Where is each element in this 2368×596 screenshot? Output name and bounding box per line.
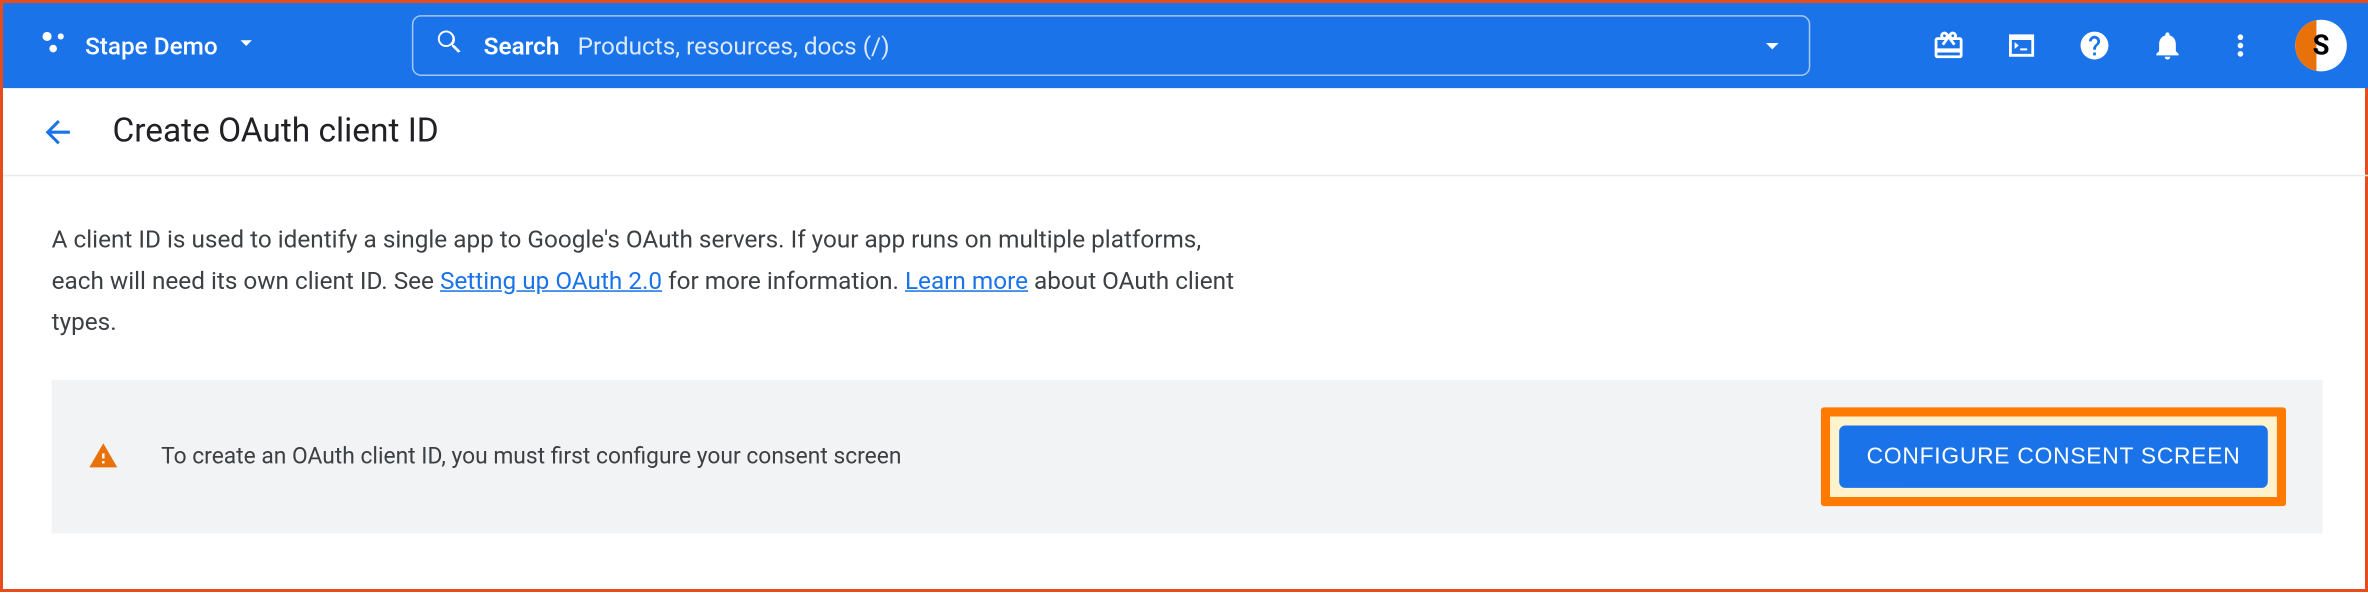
- search-placeholder: Products, resources, docs (/): [578, 31, 1739, 60]
- notice-text: To create an OAuth client ID, you must f…: [161, 442, 1778, 469]
- highlight-annotation: CONFIGURE CONSENT SCREEN: [1821, 407, 2286, 506]
- description-text: A client ID is used to identify a single…: [52, 219, 1238, 343]
- search-bar[interactable]: Search Products, resources, docs (/): [412, 15, 1810, 76]
- help-icon[interactable]: [2076, 27, 2112, 63]
- learn-more-link[interactable]: Learn more: [905, 266, 1028, 295]
- more-icon[interactable]: [2222, 27, 2258, 63]
- top-header: Stape Demo Search Products, resources, d…: [3, 3, 2368, 88]
- consent-notice: To create an OAuth client ID, you must f…: [52, 379, 2323, 533]
- back-arrow-icon[interactable]: [39, 113, 75, 149]
- search-icon: [435, 27, 465, 63]
- page-title: Create OAuth client ID: [112, 112, 438, 150]
- gift-icon[interactable]: [1930, 27, 1966, 63]
- project-name: Stape Demo: [85, 31, 218, 60]
- search-label: Search: [484, 31, 560, 60]
- subheader: Create OAuth client ID: [3, 88, 2368, 176]
- chevron-down-icon[interactable]: [1757, 30, 1787, 60]
- avatar[interactable]: S: [2295, 20, 2347, 72]
- header-icons: S: [1930, 20, 2346, 72]
- configure-consent-button[interactable]: CONFIGURE CONSENT SCREEN: [1839, 425, 2268, 487]
- notifications-icon[interactable]: [2149, 27, 2185, 63]
- avatar-initial: S: [2313, 30, 2330, 62]
- logo-icon: [39, 27, 69, 63]
- setup-oauth-link[interactable]: Setting up OAuth 2.0: [440, 266, 662, 295]
- cloud-shell-icon[interactable]: [2003, 27, 2039, 63]
- warning-icon: [88, 441, 118, 471]
- content-area: A client ID is used to identify a single…: [3, 176, 2368, 575]
- project-selector[interactable]: Stape Demo: [27, 21, 272, 70]
- chevron-down-icon: [233, 29, 260, 62]
